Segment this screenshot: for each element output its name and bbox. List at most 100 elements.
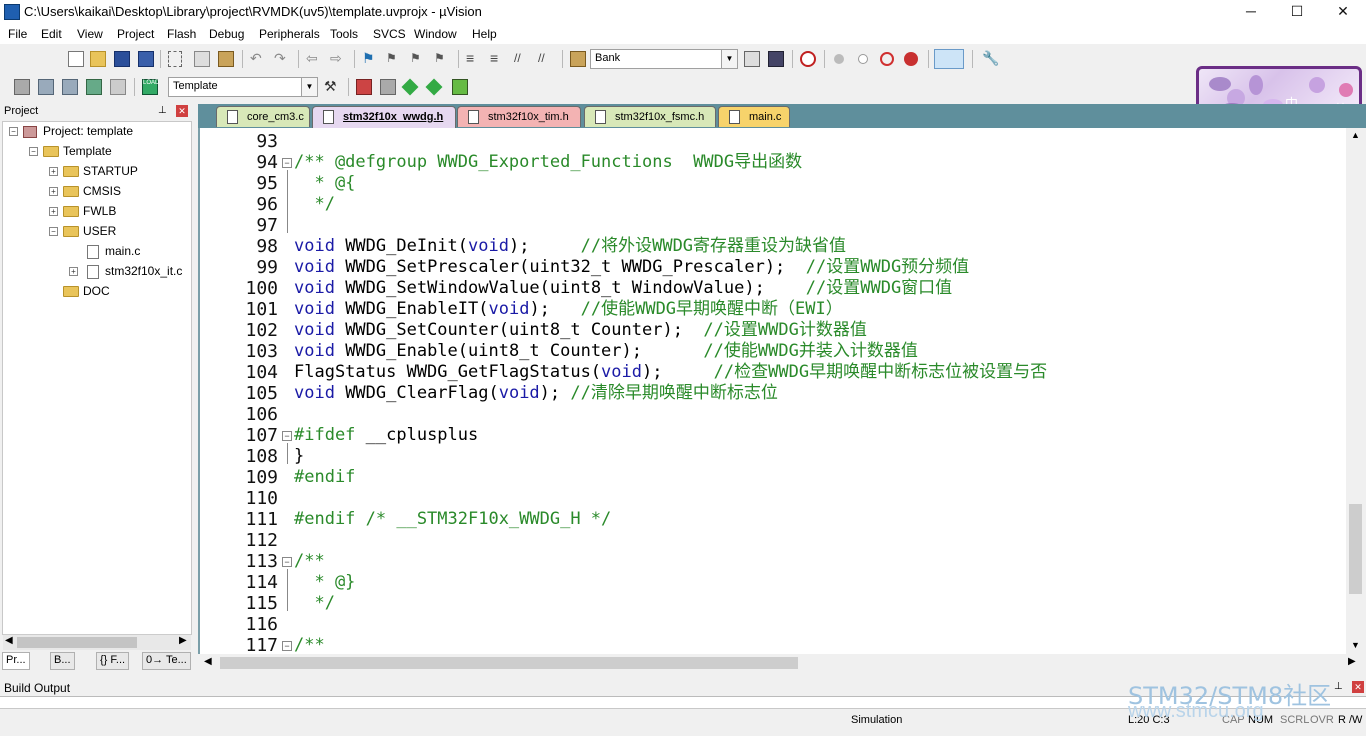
scroll-right-icon[interactable]: ▶ — [179, 635, 187, 646]
comment-icon[interactable]: // — [514, 51, 530, 67]
scroll-up-icon[interactable]: ▲ — [1351, 130, 1360, 140]
bookmark-icon[interactable]: ⚑ — [362, 51, 378, 67]
tree-hscroll[interactable]: ◀ ▶ — [3, 634, 191, 650]
chevron-down-icon[interactable]: ▼ — [301, 78, 317, 96]
code-view[interactable]: 93 94 95 96 97 98 99 100 101 102 103 104… — [198, 128, 1346, 654]
menu-edit[interactable]: Edit — [41, 27, 62, 41]
target-options-icon[interactable]: ⚒ — [324, 79, 340, 95]
wrench-icon[interactable]: 🔧 — [982, 51, 999, 67]
indent-icon[interactable]: ≡ — [466, 51, 482, 67]
find-in-files-icon[interactable] — [570, 51, 586, 67]
minimize-button[interactable]: ─ — [1228, 0, 1274, 24]
incremental-find-icon[interactable] — [768, 51, 784, 67]
redo-icon[interactable]: ↷ — [274, 51, 290, 67]
fold-toggle-icon[interactable]: − — [282, 158, 292, 168]
tab-functions[interactable]: {} F... — [96, 652, 130, 670]
find-icon[interactable] — [744, 51, 760, 67]
tree-target[interactable]: Template — [43, 142, 112, 160]
open-folder-icon[interactable] — [90, 51, 106, 67]
tree-project-root[interactable]: Project: template — [23, 122, 133, 140]
scroll-thumb[interactable] — [1349, 504, 1362, 594]
maximize-button[interactable]: ☐ — [1274, 0, 1320, 24]
close-button[interactable]: ✕ — [1320, 0, 1366, 24]
menu-help[interactable]: Help — [472, 27, 497, 41]
menu-peripherals[interactable]: Peripherals — [259, 27, 320, 41]
copy-icon[interactable] — [194, 51, 210, 67]
fold-toggle-icon[interactable]: − — [282, 557, 292, 567]
download-icon[interactable]: LOAD — [142, 79, 159, 95]
scroll-left-icon[interactable]: ◀ — [5, 635, 13, 646]
menu-view[interactable]: View — [77, 27, 103, 41]
disable-breakpoint-icon[interactable] — [858, 54, 868, 64]
build-icon[interactable] — [38, 79, 54, 95]
tab-tim[interactable]: stm32f10x_tim.h — [457, 106, 581, 127]
breakpoint-icon[interactable] — [834, 54, 844, 64]
scroll-right-icon[interactable]: ▶ — [1348, 656, 1356, 667]
collapse-icon[interactable]: − — [29, 147, 38, 156]
bank-combo[interactable]: Bank ▼ — [590, 49, 738, 69]
save-all-icon[interactable] — [138, 51, 154, 67]
tab-books[interactable]: B... — [50, 652, 75, 670]
select-packs-icon[interactable] — [380, 79, 396, 95]
menu-svcs[interactable]: SVCS — [373, 27, 406, 41]
tab-wwdg[interactable]: stm32f10x_wwdg.h — [312, 106, 456, 128]
clear-bookmarks-icon[interactable]: ⚑ — [434, 51, 450, 67]
expand-icon[interactable]: + — [49, 167, 58, 176]
collapse-icon[interactable]: − — [9, 127, 18, 136]
horizontal-scrollbar[interactable]: ◀ ▶ — [198, 654, 1366, 672]
fold-toggle-icon[interactable]: − — [282, 641, 292, 651]
tree-group-user[interactable]: USER — [63, 222, 116, 240]
close-icon[interactable]: ✕ — [176, 105, 188, 117]
component-icon[interactable] — [452, 79, 468, 95]
pack-installer-icon[interactable] — [425, 78, 443, 96]
new-file-icon[interactable] — [68, 51, 84, 67]
close-icon[interactable]: ✕ — [1352, 681, 1364, 693]
undo-icon[interactable]: ↶ — [250, 51, 266, 67]
rebuild-icon[interactable] — [62, 79, 78, 95]
expand-icon[interactable]: + — [69, 267, 78, 276]
next-bookmark-icon[interactable]: ⚑ — [410, 51, 426, 67]
expand-icon[interactable]: + — [49, 187, 58, 196]
scroll-left-icon[interactable]: ◀ — [204, 656, 212, 667]
kill-breakpoints-icon[interactable] — [904, 52, 918, 66]
vertical-scrollbar[interactable]: ▲ ▼ — [1346, 128, 1366, 654]
tab-project[interactable]: Pr... — [2, 652, 30, 670]
nav-forward-icon[interactable]: ⇨ — [330, 51, 346, 67]
scroll-thumb[interactable] — [220, 657, 798, 669]
translate-icon[interactable] — [14, 79, 30, 95]
tab-fsmc[interactable]: stm32f10x_fsmc.h — [584, 106, 716, 127]
menu-window[interactable]: Window — [414, 27, 457, 41]
tree-group-cmsis[interactable]: CMSIS — [63, 182, 121, 200]
menu-project[interactable]: Project — [117, 27, 154, 41]
tree-file-it[interactable]: stm32f10x_it.c — [87, 262, 182, 280]
tab-core-cm3[interactable]: core_cm3.c — [216, 106, 310, 127]
pin-icon[interactable]: ⊥ — [1334, 681, 1343, 692]
unindent-icon[interactable]: ≡ — [490, 51, 506, 67]
expand-icon[interactable]: + — [49, 207, 58, 216]
paste-icon[interactable] — [218, 51, 234, 67]
tree-group-doc[interactable]: DOC — [63, 282, 110, 300]
disable-all-breakpoints-icon[interactable] — [880, 52, 894, 66]
chevron-down-icon[interactable]: ▼ — [721, 50, 737, 68]
menu-flash[interactable]: Flash — [167, 27, 196, 41]
nav-back-icon[interactable]: ⇦ — [306, 51, 322, 67]
menu-file[interactable]: File — [8, 27, 27, 41]
menu-tools[interactable]: Tools — [330, 27, 358, 41]
cut-icon[interactable] — [168, 51, 182, 67]
uncomment-icon[interactable]: // — [538, 51, 554, 67]
tab-main[interactable]: main.c — [718, 106, 790, 127]
menu-debug[interactable]: Debug — [209, 27, 244, 41]
target-combo[interactable]: Template ▼ — [168, 77, 318, 97]
save-icon[interactable] — [114, 51, 130, 67]
scroll-down-icon[interactable]: ▼ — [1351, 640, 1360, 650]
pin-icon[interactable]: ⊥ — [158, 105, 167, 116]
tree-file-main[interactable]: main.c — [87, 242, 140, 260]
window-layout-icon[interactable] — [934, 49, 964, 69]
manage-project-icon[interactable] — [356, 79, 372, 95]
fold-toggle-icon[interactable]: − — [282, 431, 292, 441]
tree-group-fwlb[interactable]: FWLB — [63, 202, 116, 220]
tab-templates[interactable]: 0→ Te... — [142, 652, 191, 670]
stop-build-icon[interactable] — [110, 79, 126, 95]
collapse-icon[interactable]: − — [49, 227, 58, 236]
batch-build-icon[interactable] — [86, 79, 102, 95]
